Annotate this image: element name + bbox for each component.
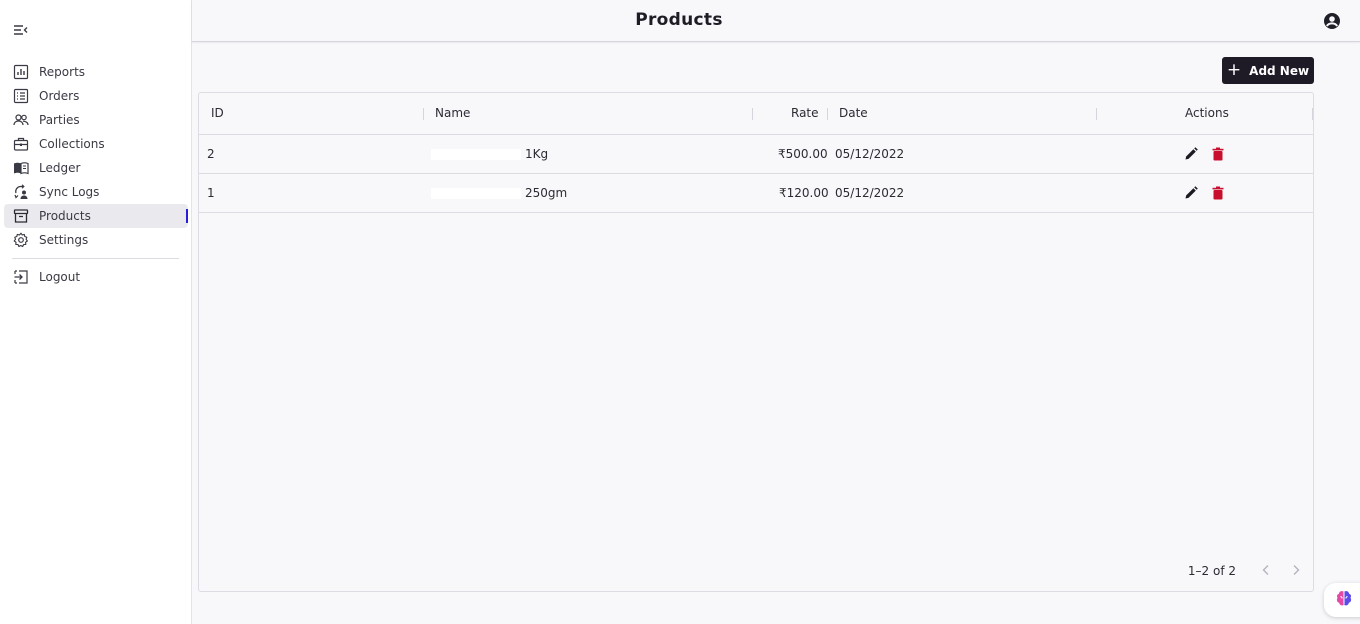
cell-name: 250gm [431, 186, 567, 200]
cell-name: 1Kg [431, 147, 548, 161]
column-header-name[interactable]: Name [435, 106, 470, 120]
cell-date: 05/12/2022 [835, 147, 905, 161]
logout-button[interactable]: Logout [4, 265, 188, 289]
cell-id: 2 [207, 147, 215, 161]
sync-icon [13, 184, 29, 200]
add-new-label: Add New [1249, 63, 1310, 78]
column-header-id[interactable]: ID [211, 106, 224, 120]
sidebar-item-sync-logs[interactable]: Sync Logs [4, 180, 188, 204]
column-header-actions: Actions [1185, 106, 1229, 120]
cell-name-text: 1Kg [525, 147, 549, 161]
table-header: ID Name Rate Date Actions [199, 93, 1313, 135]
sidebar-item-products[interactable]: Products [4, 204, 188, 228]
sidebar-item-label: Parties [39, 113, 80, 127]
archive-icon [13, 208, 29, 224]
app-header: Products [192, 0, 1360, 42]
sidebar-item-settings[interactable]: Settings [4, 228, 188, 252]
sidebar-item-label: Orders [39, 89, 80, 103]
delete-icon[interactable] [1210, 146, 1226, 162]
chevron-right-icon[interactable] [1288, 562, 1304, 578]
column-separator[interactable] [423, 108, 424, 120]
redacted-block [431, 188, 521, 199]
sidebar-nav: Reports Orders Parties Collections Ledge… [4, 60, 188, 252]
column-separator [1312, 108, 1313, 120]
assistant-widget[interactable] [1324, 583, 1360, 617]
chevron-left-icon[interactable] [1258, 562, 1274, 578]
collapse-menu-icon[interactable] [13, 23, 29, 37]
sidebar-item-label: Collections [39, 137, 105, 151]
bar-chart-icon [13, 64, 29, 80]
people-icon [13, 112, 29, 128]
sidebar-item-label: Reports [39, 65, 86, 79]
sidebar-item-reports[interactable]: Reports [4, 60, 188, 84]
edit-icon[interactable] [1183, 185, 1199, 201]
sidebar-item-orders[interactable]: Orders [4, 84, 188, 108]
pagination: 1–2 of 2 [1013, 559, 1313, 583]
gear-icon [13, 232, 29, 248]
delete-icon[interactable] [1210, 185, 1226, 201]
cell-name-text: 250gm [525, 186, 568, 200]
cell-date: 05/12/2022 [835, 186, 905, 200]
column-separator[interactable] [827, 108, 828, 120]
brain-icon [1334, 589, 1354, 612]
sidebar-item-ledger[interactable]: Ledger [4, 156, 188, 180]
sidebar-item-collections[interactable]: Collections [4, 132, 188, 156]
plus-icon: + [1226, 60, 1242, 80]
add-new-button[interactable]: + Add New [1222, 57, 1314, 84]
cell-id: 1 [207, 186, 215, 200]
sidebar-item-label: Settings [39, 233, 89, 247]
logout-icon [13, 269, 29, 285]
account-circle-icon[interactable] [1323, 12, 1341, 30]
book-icon [13, 160, 29, 176]
redacted-block [431, 149, 521, 160]
table-row[interactable]: 1 250gm ₹120.00 05/12/2022 [199, 174, 1313, 213]
logout-label: Logout [39, 270, 81, 284]
sidebar-item-label: Sync Logs [39, 185, 100, 199]
cell-rate: ₹120.00 [779, 186, 829, 200]
column-header-date[interactable]: Date [839, 106, 868, 120]
sidebar-item-label: Ledger [39, 161, 81, 175]
sidebar-divider [12, 258, 179, 259]
briefcase-icon [13, 136, 29, 152]
column-header-rate[interactable]: Rate [791, 106, 819, 120]
products-table: ID Name Rate Date Actions 2 1Kg ₹500.00 … [198, 92, 1314, 592]
column-separator[interactable] [752, 108, 753, 120]
edit-icon[interactable] [1183, 146, 1199, 162]
sidebar-item-parties[interactable]: Parties [4, 108, 188, 132]
page-title: Products [635, 10, 723, 30]
cell-rate: ₹500.00 [778, 147, 828, 161]
column-separator[interactable] [1096, 108, 1097, 120]
sidebar-item-label: Products [39, 209, 91, 223]
list-icon [13, 88, 29, 104]
table-row[interactable]: 2 1Kg ₹500.00 05/12/2022 [199, 135, 1313, 174]
pagination-range: 1–2 of 2 [1187, 564, 1236, 578]
sidebar: Reports Orders Parties Collections Ledge… [0, 0, 192, 624]
